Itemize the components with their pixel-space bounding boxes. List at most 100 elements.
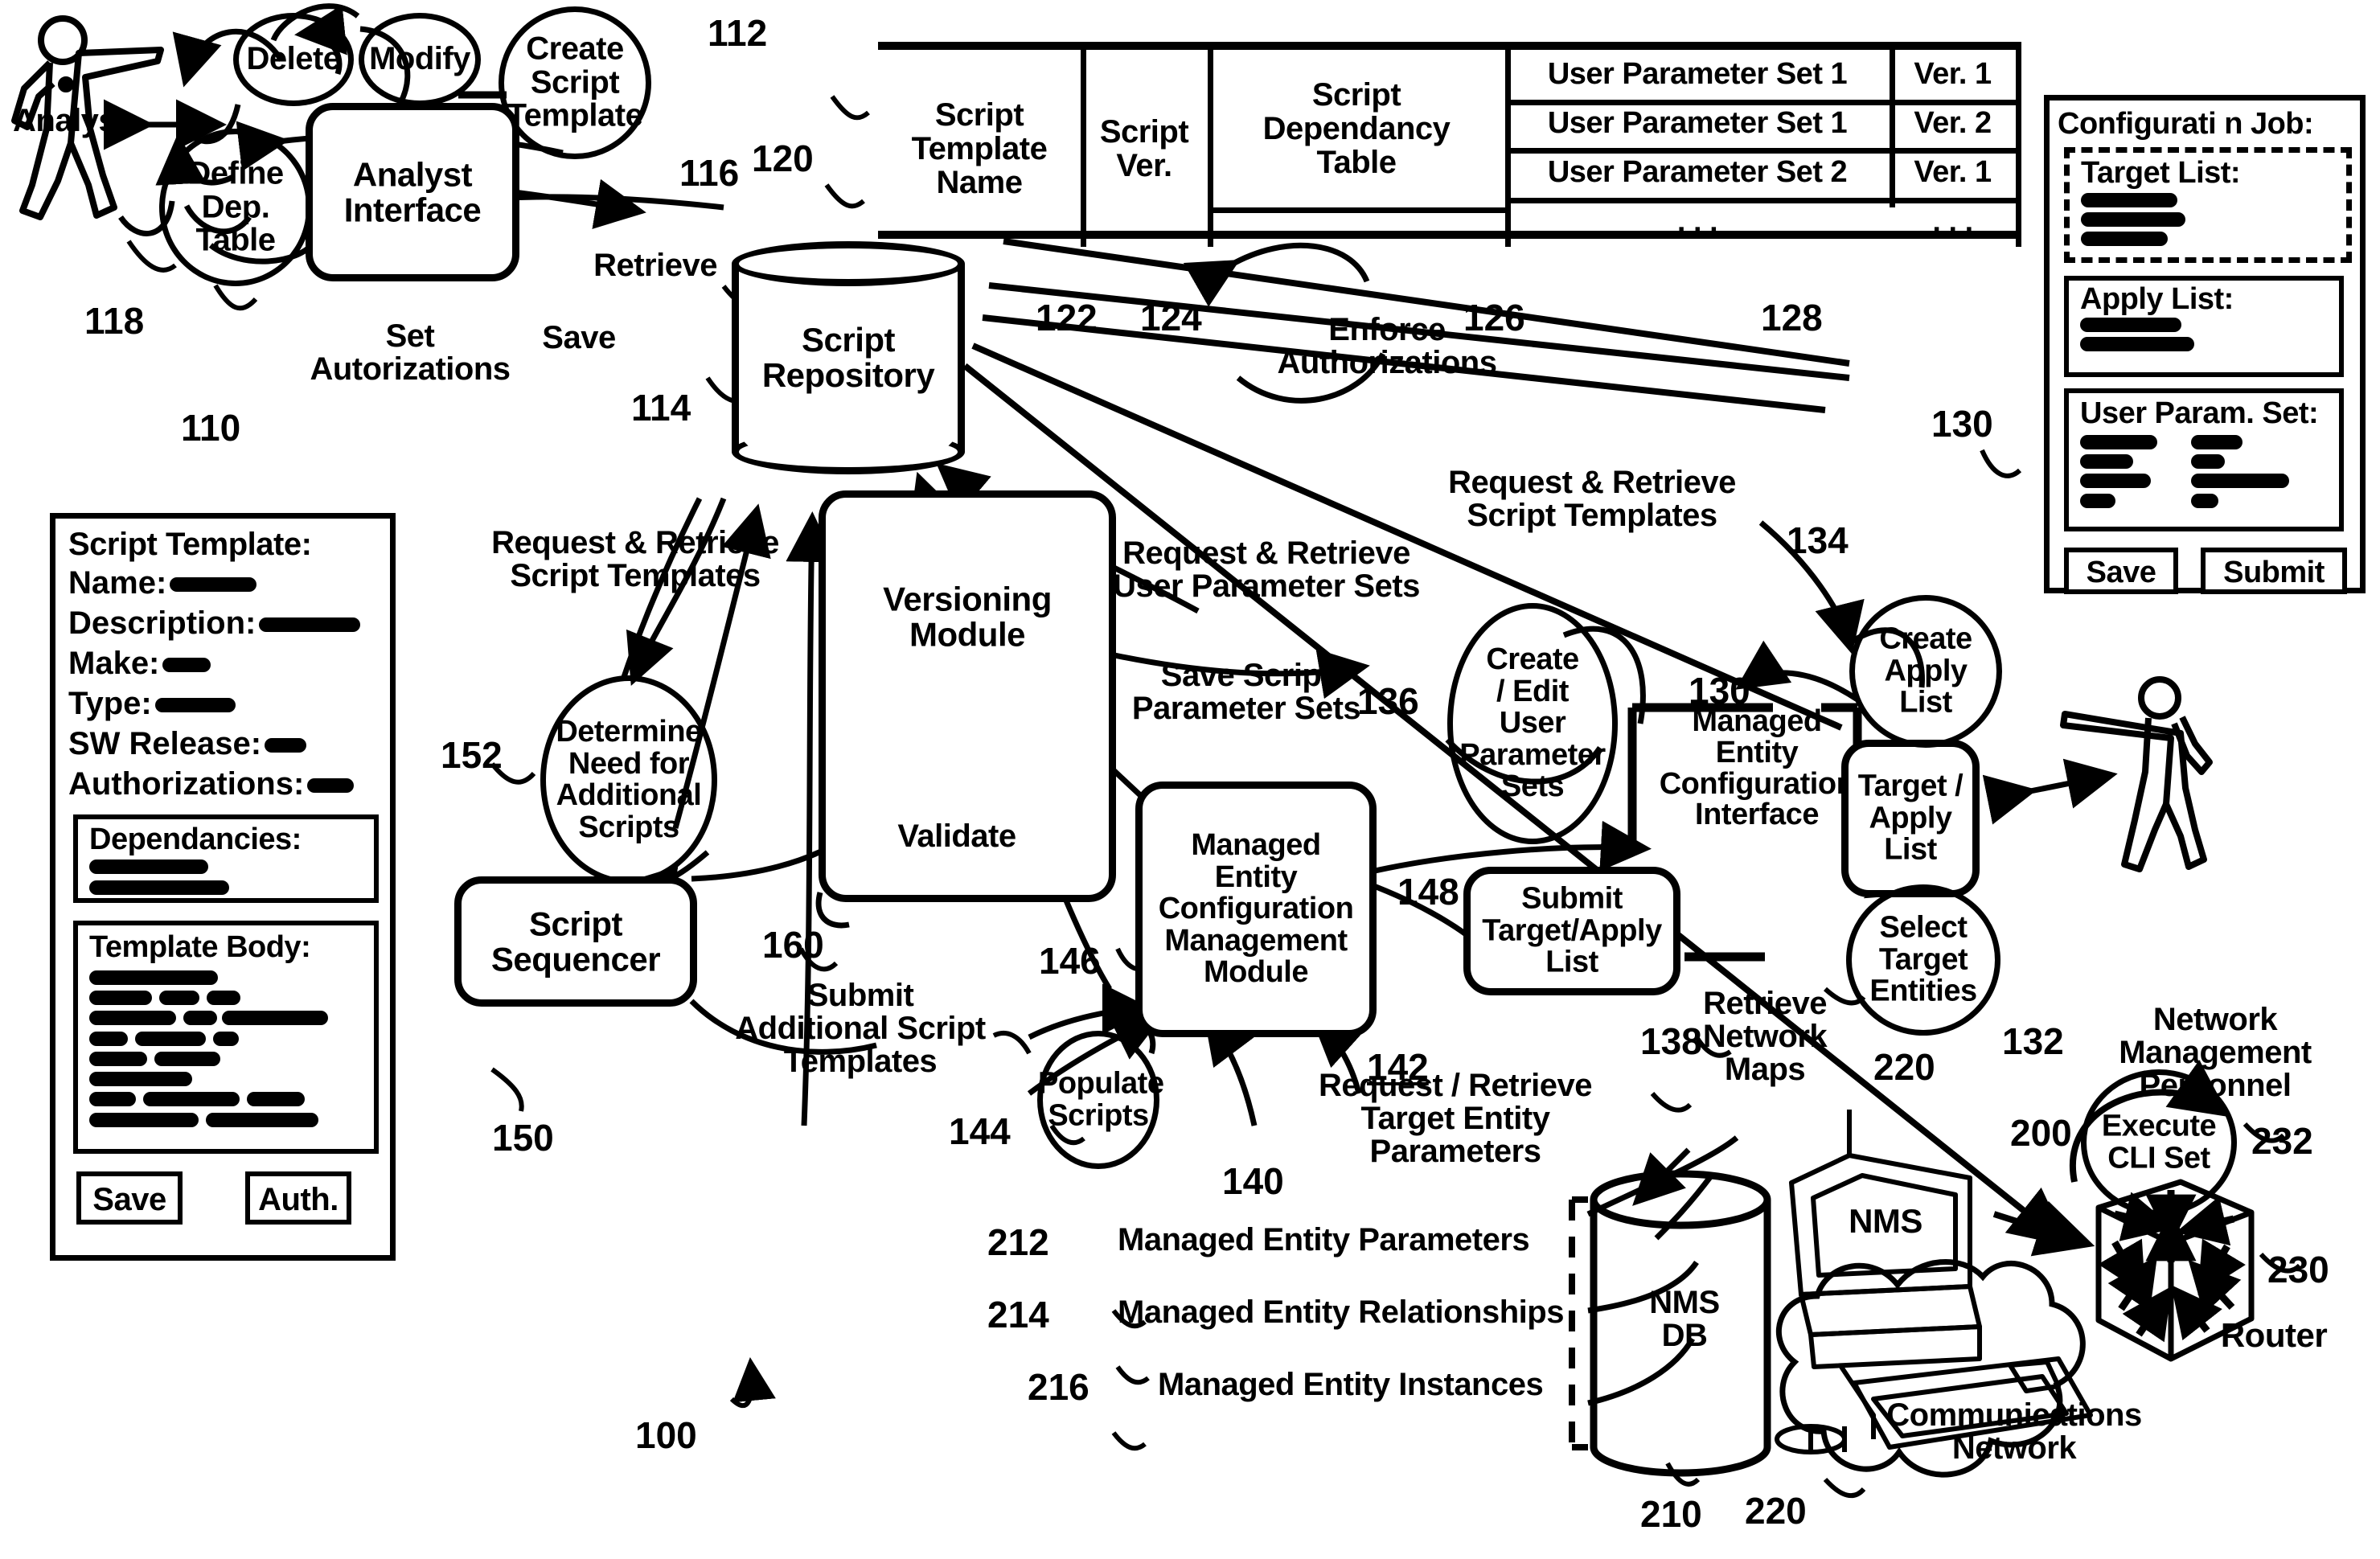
label-retrieve: Retrieve (593, 248, 717, 283)
target-list-title: Target List: (2081, 156, 2241, 190)
script-template-save-button[interactable]: Save (76, 1171, 183, 1225)
target-list-subpanel: Target List: (2064, 147, 2352, 263)
communications-network-label: Communications Network (1886, 1397, 2142, 1466)
bubble-create-apply-list[interactable]: Create Apply List (1849, 595, 2002, 748)
script-template-panel: Script Template: Name: Description: Make… (50, 513, 396, 1261)
script-template-auth-button[interactable]: Auth. (245, 1171, 351, 1225)
field-sw-release-value (265, 738, 307, 753)
table-cell-param-set: User Parameter Set 2 (1547, 155, 1848, 190)
label-request-retrieve-user-parameter-sets: Request & Retrieve User Parameter Sets (1113, 535, 1420, 604)
script-sequencer-label: Script Sequencer (490, 905, 661, 978)
ref-220-bottom: 220 (1745, 1490, 1807, 1532)
bubble-execute-cli-set-label: Execute CLI Set (2101, 1109, 2217, 1175)
ref-112: 112 (708, 12, 768, 54)
nms-db-item-parameters: Managed Entity Parameters (1118, 1222, 1530, 1257)
table-cell-version: Ver. 1 (1914, 57, 1992, 92)
bubble-delete[interactable]: Delete (233, 13, 354, 106)
nms-screen-label: NMS (1849, 1202, 1922, 1240)
table-header-script-ver: Script Ver. (1099, 113, 1189, 183)
user-param-set-title: User Param. Set: (2080, 396, 2319, 430)
table-header-script-template-name: Script Template Name (911, 96, 1048, 200)
config-job-save-button[interactable]: Save (2064, 548, 2178, 594)
label-submit-additional-script-templates: Submit Additional Script Templates (735, 978, 986, 1079)
bubble-modify-label: Modify (369, 41, 470, 77)
ref-134: 134 (1787, 519, 1849, 561)
field-type-value (154, 698, 236, 713)
bubble-determine-need-additional-scripts[interactable]: Determine Need for Additional Scripts (540, 675, 717, 884)
script-template-title: Script Template: (68, 527, 312, 562)
ref-144: 144 (949, 1110, 1011, 1152)
label-request-retrieve-script-templates-top: Request & Retrieve Script Templates (1448, 465, 1736, 533)
bubble-modify[interactable]: Modify (359, 13, 481, 106)
ref-116: 116 (679, 152, 740, 194)
label-save-script-parameter-sets: Save Script Parameter Sets (1131, 658, 1361, 726)
apply-list-title: Apply List: (2080, 282, 2234, 316)
ref-132: 132 (2002, 1020, 2064, 1062)
ref-140: 140 (1222, 1160, 1284, 1202)
analyst-actor-label: Analyst (13, 103, 127, 138)
target-apply-list-box[interactable]: Target / Apply List (1841, 740, 1980, 897)
ref-216: 216 (1028, 1366, 1089, 1408)
ref-136: 136 (1357, 680, 1419, 722)
ref-230: 230 (2267, 1249, 2329, 1290)
ref-152: 152 (441, 734, 503, 776)
dependancies-title: Dependancies: (89, 823, 302, 856)
network-personnel-figure-icon (2060, 676, 2213, 872)
ref-118: 118 (84, 300, 145, 342)
bubble-define-dep-table[interactable]: Define Dep. Table (159, 129, 312, 286)
field-name-value (170, 577, 257, 593)
versioning-module-label: Versioning Module (883, 580, 1052, 654)
bubble-select-target-entities[interactable]: Select Target Entities (1846, 884, 2000, 1036)
patent-figure-canvas: Analyst Delete Modify Create Script Temp… (0, 0, 2380, 1559)
ref-146: 146 (1039, 940, 1101, 982)
apply-list-lines (2080, 318, 2194, 352)
ref-124: 124 (1140, 297, 1202, 338)
label-request-retrieve-target-entity-parameters: Request / Retrieve Target Entity Paramet… (1318, 1068, 1593, 1169)
bubble-execute-cli-set[interactable]: Execute CLI Set (2081, 1069, 2237, 1216)
table-cell-param-set: User Parameter Set 1 (1547, 57, 1848, 92)
ref-130-mec-interface: 130 (1689, 670, 1750, 712)
table-cell-version: Ver. 1 (1914, 155, 1992, 190)
ref-148: 148 (1397, 871, 1459, 913)
script-repository-cylinder[interactable]: Script Repository (732, 241, 965, 474)
field-make-value (162, 658, 211, 673)
bubble-create-edit-user-params-label: Create / Edit User Parameter Sets (1459, 642, 1606, 804)
field-authorizations-value (307, 778, 355, 794)
bubble-define-dep-table-label: Define Dep. Table (187, 155, 284, 258)
ref-150: 150 (492, 1117, 554, 1159)
field-description: Description: (68, 605, 361, 642)
configuration-job-panel: Configurati n Job: Target List: Apply Li… (2044, 95, 2366, 594)
field-type: Type: (68, 686, 236, 722)
bubble-delete-label: Delete (246, 41, 341, 77)
ref-210: 210 (1640, 1493, 1702, 1535)
dependancies-subpanel: Dependancies: (73, 814, 379, 903)
field-description-value (259, 617, 361, 633)
script-repository-table: Script Template Name Script Ver. Script … (878, 42, 2021, 247)
label-enforce-authorizations: Enforce Authorizations (1277, 312, 1497, 380)
analyst-interface-box[interactable]: Analyst Interface (306, 103, 519, 281)
table-divider (2016, 50, 2021, 247)
field-authorizations-label: Authorizations: (68, 766, 305, 802)
mecm-module-box[interactable]: Managed Entity Configuration Management … (1135, 782, 1377, 1037)
field-name: Name: (68, 565, 257, 601)
table-header-script-dependancy-table: Script Dependancy Table (1262, 77, 1451, 180)
script-sequencer-box[interactable]: Script Sequencer (454, 876, 697, 1007)
bubble-determine-need-label: Determine Need for Additional Scripts (556, 714, 702, 844)
configuration-job-title: Configurati n Job: (2058, 107, 2314, 141)
target-list-lines (2081, 193, 2185, 247)
submit-target-apply-list-box[interactable]: Submit Target/Apply List (1463, 867, 1680, 995)
ref-220-top: 220 (1873, 1046, 1935, 1088)
bubble-select-target-entities-label: Select Target Entities (1869, 910, 1977, 1008)
nms-db-label: NMS DB (1649, 1285, 1720, 1353)
field-type-label: Type: (68, 686, 152, 721)
ref-212: 212 (987, 1221, 1049, 1263)
bubble-create-edit-user-parameter-sets[interactable]: Create / Edit User Parameter Sets (1447, 603, 1618, 844)
user-param-set-rows (2080, 435, 2289, 508)
bubble-populate-scripts[interactable]: Populate Scripts (1037, 1031, 1164, 1169)
field-description-label: Description: (68, 605, 256, 641)
bubble-create-script-template[interactable]: Create Script Template (499, 6, 651, 159)
field-authorizations: Authorizations: (68, 766, 355, 802)
mecm-module-label: Managed Entity Configuration Management … (1158, 828, 1354, 990)
config-job-submit-button[interactable]: Submit (2201, 548, 2347, 594)
table-cell-version: Ver. 2 (1914, 106, 1992, 141)
